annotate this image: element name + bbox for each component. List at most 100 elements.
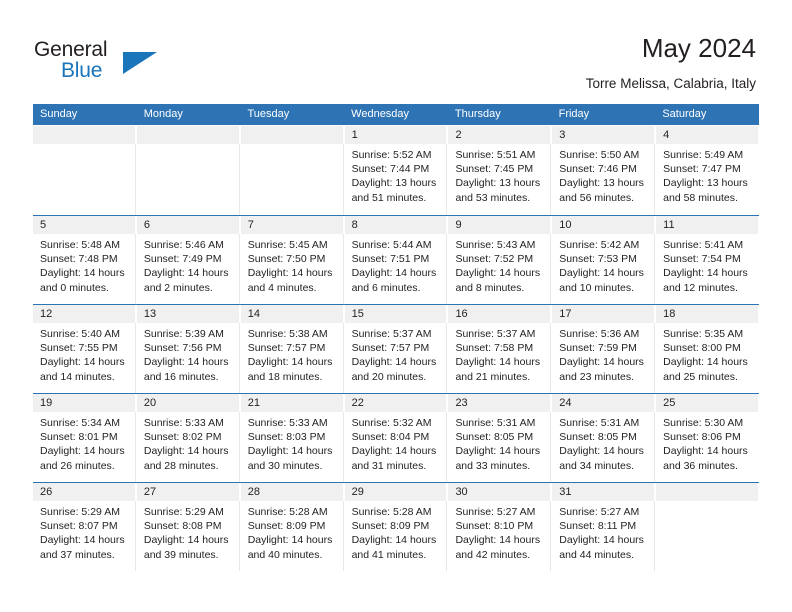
day-cell[interactable]: 10 Sunrise: 5:42 AM Sunset: 7:53 PM Dayligh… xyxy=(552,216,657,304)
day-cell[interactable]: 1 Sunrise: 5:52 AM Sunset: 7:44 PM Daylight… xyxy=(344,126,449,215)
day-number: 6 xyxy=(143,219,150,231)
day-number: 7 xyxy=(247,219,254,231)
day-number: 13 xyxy=(143,308,157,320)
day-cell[interactable]: 29 Sunrise: 5:28 AM Sunset: 8:09 PM Dayligh… xyxy=(344,483,449,571)
sunrise-text: Sunrise: 5:46 AM xyxy=(143,239,224,251)
day-cell[interactable]: 7 Sunrise: 5:45 AM Sunset: 7:50 PM Daylight… xyxy=(240,216,345,304)
daylight-text-line1: Daylight: 14 hours xyxy=(40,356,125,369)
sunset-text: Sunset: 7:46 PM xyxy=(559,163,637,176)
day-cell[interactable]: 19 Sunrise: 5:34 AM Sunset: 8:01 PM Dayligh… xyxy=(33,394,137,482)
day-number: 21 xyxy=(247,397,260,409)
day-cell[interactable]: 3 Sunrise: 5:50 AM Sunset: 7:46 PM Daylight… xyxy=(552,126,657,215)
sunset-text: Sunset: 7:59 PM xyxy=(559,342,637,355)
daylight-text-line1: Daylight: 14 hours xyxy=(663,445,748,458)
day-cell[interactable]: 15 Sunrise: 5:37 AM Sunset: 7:57 PM Dayligh… xyxy=(344,305,449,393)
day-number-band: 16 xyxy=(448,305,552,323)
sunset-text: Sunset: 7:45 PM xyxy=(455,163,534,176)
day-cell[interactable]: 8 Sunrise: 5:44 AM Sunset: 7:51 PM Daylight… xyxy=(344,216,449,304)
sunrise-text: Sunrise: 5:29 AM xyxy=(143,506,224,518)
day-cell[interactable]: 27 Sunrise: 5:29 AM Sunset: 8:08 PM Dayligh… xyxy=(136,483,241,571)
day-number: 30 xyxy=(455,486,468,498)
daylight-text-line2: and 40 minutes. xyxy=(247,548,323,561)
daylight-text-line2: and 0 minutes. xyxy=(40,281,109,294)
day-cell-empty xyxy=(656,483,760,571)
calendar-grid: Sunday Monday Tuesday Wednesday Thursday… xyxy=(33,104,760,571)
general-blue-logo[interactable]: General Blue xyxy=(34,38,164,86)
day-cell-body: Sunrise: 5:33 AM Sunset: 8:02 PM Daylight:… xyxy=(137,412,240,482)
day-cell[interactable]: 24 Sunrise: 5:31 AM Sunset: 8:05 PM Dayligh… xyxy=(552,394,657,482)
sunset-text: Sunset: 8:11 PM xyxy=(559,520,637,533)
daylight-text-line1: Daylight: 14 hours xyxy=(143,356,229,369)
sunset-text: Sunset: 8:06 PM xyxy=(663,431,741,444)
day-cell[interactable]: 21 Sunrise: 5:33 AM Sunset: 8:03 PM Dayligh… xyxy=(240,394,345,482)
day-cell[interactable]: 18 Sunrise: 5:35 AM Sunset: 8:00 PM Dayligh… xyxy=(656,305,760,393)
daylight-text-line2: and 37 minutes. xyxy=(40,548,115,561)
day-cell-body: Sunrise: 5:36 AM Sunset: 7:59 PM Daylight:… xyxy=(552,323,656,393)
day-cell-body: Sunrise: 5:37 AM Sunset: 7:57 PM Daylight:… xyxy=(345,323,448,393)
day-cell[interactable]: 9 Sunrise: 5:43 AM Sunset: 7:52 PM Daylight… xyxy=(448,216,553,304)
day-cell[interactable]: 2 Sunrise: 5:51 AM Sunset: 7:45 PM Daylight… xyxy=(448,126,553,215)
daylight-text-line2: and 30 minutes. xyxy=(247,459,323,472)
sunset-text: Sunset: 8:03 PM xyxy=(247,431,326,444)
sunset-text: Sunset: 7:44 PM xyxy=(351,163,430,176)
week-row: 12 Sunrise: 5:40 AM Sunset: 7:55 PM Dayligh… xyxy=(33,304,760,393)
day-cell-body: Sunrise: 5:27 AM Sunset: 8:10 PM Daylight:… xyxy=(448,501,552,571)
day-number-band: 21 xyxy=(240,394,344,412)
day-number-band xyxy=(240,126,344,144)
day-number: 28 xyxy=(247,486,260,498)
week-row: 5 Sunrise: 5:48 AM Sunset: 7:48 PM Daylight… xyxy=(33,215,760,304)
daylight-text-line1: Daylight: 14 hours xyxy=(559,356,644,369)
day-cell[interactable]: 30 Sunrise: 5:27 AM Sunset: 8:10 PM Dayligh… xyxy=(448,483,553,571)
day-cell-body: Sunrise: 5:35 AM Sunset: 8:00 PM Daylight:… xyxy=(656,323,759,393)
sunrise-text: Sunrise: 5:41 AM xyxy=(663,239,744,251)
day-cell-body xyxy=(33,144,136,215)
sunrise-text: Sunrise: 5:33 AM xyxy=(247,417,328,429)
day-cell-body: Sunrise: 5:43 AM Sunset: 7:52 PM Daylight:… xyxy=(448,234,552,304)
daylight-text-line2: and 33 minutes. xyxy=(455,459,531,472)
day-number-band: 19 xyxy=(33,394,136,412)
day-cell[interactable]: 22 Sunrise: 5:32 AM Sunset: 8:04 PM Dayligh… xyxy=(344,394,449,482)
daylight-text-line2: and 18 minutes. xyxy=(247,370,323,383)
day-cell[interactable]: 14 Sunrise: 5:38 AM Sunset: 7:57 PM Dayligh… xyxy=(240,305,345,393)
day-cell[interactable]: 31 Sunrise: 5:27 AM Sunset: 8:11 PM Dayligh… xyxy=(552,483,657,571)
day-cell-body: Sunrise: 5:49 AM Sunset: 7:47 PM Daylight:… xyxy=(656,144,759,215)
day-cell[interactable]: 20 Sunrise: 5:33 AM Sunset: 8:02 PM Dayligh… xyxy=(136,394,241,482)
day-cell-body: Sunrise: 5:39 AM Sunset: 7:56 PM Daylight:… xyxy=(137,323,240,393)
daylight-text-line1: Daylight: 14 hours xyxy=(40,534,125,547)
weekday-header-friday: Friday xyxy=(558,108,590,120)
day-cell-body: Sunrise: 5:34 AM Sunset: 8:01 PM Daylight:… xyxy=(33,412,136,482)
day-number-band: 6 xyxy=(136,216,240,234)
day-cell[interactable]: 16 Sunrise: 5:37 AM Sunset: 7:58 PM Dayligh… xyxy=(448,305,553,393)
day-number-band: 9 xyxy=(448,216,552,234)
sunrise-text: Sunrise: 5:31 AM xyxy=(559,417,640,429)
day-cell-empty xyxy=(240,126,345,215)
day-cell[interactable]: 5 Sunrise: 5:48 AM Sunset: 7:48 PM Daylight… xyxy=(33,216,137,304)
day-number: 31 xyxy=(559,486,572,498)
sunset-text: Sunset: 8:09 PM xyxy=(351,520,430,533)
daylight-text-line1: Daylight: 14 hours xyxy=(455,445,541,458)
day-cell[interactable]: 6 Sunrise: 5:46 AM Sunset: 7:49 PM Daylight… xyxy=(136,216,241,304)
day-cell[interactable]: 23 Sunrise: 5:31 AM Sunset: 8:05 PM Dayligh… xyxy=(448,394,553,482)
daylight-text-line1: Daylight: 14 hours xyxy=(455,267,541,280)
day-cell[interactable]: 25 Sunrise: 5:30 AM Sunset: 8:06 PM Dayligh… xyxy=(656,394,760,482)
day-cell[interactable]: 12 Sunrise: 5:40 AM Sunset: 7:55 PM Dayligh… xyxy=(33,305,137,393)
day-cell[interactable]: 28 Sunrise: 5:28 AM Sunset: 8:09 PM Dayligh… xyxy=(240,483,345,571)
day-cell-body: Sunrise: 5:28 AM Sunset: 8:09 PM Daylight:… xyxy=(241,501,344,571)
daylight-text-line1: Daylight: 13 hours xyxy=(663,177,748,190)
daylight-text-line1: Daylight: 14 hours xyxy=(143,534,229,547)
sunset-text: Sunset: 8:08 PM xyxy=(143,520,222,533)
sunset-text: Sunset: 7:49 PM xyxy=(143,253,222,266)
daylight-text-line1: Daylight: 14 hours xyxy=(663,356,748,369)
day-cell[interactable]: 13 Sunrise: 5:39 AM Sunset: 7:56 PM Dayligh… xyxy=(136,305,241,393)
day-cell[interactable]: 4 Sunrise: 5:49 AM Sunset: 7:47 PM Daylight… xyxy=(656,126,760,215)
day-number-band: 22 xyxy=(344,394,448,412)
sunset-text: Sunset: 8:10 PM xyxy=(455,520,534,533)
week-row: 26 Sunrise: 5:29 AM Sunset: 8:07 PM Dayligh… xyxy=(33,482,760,571)
day-number: 26 xyxy=(40,486,53,498)
day-cell[interactable]: 17 Sunrise: 5:36 AM Sunset: 7:59 PM Dayligh… xyxy=(552,305,657,393)
day-cell[interactable]: 26 Sunrise: 5:29 AM Sunset: 8:07 PM Dayligh… xyxy=(33,483,137,571)
day-cell-empty xyxy=(136,126,241,215)
sunset-text: Sunset: 7:48 PM xyxy=(40,253,118,266)
day-cell[interactable]: 11 Sunrise: 5:41 AM Sunset: 7:54 PM Dayligh… xyxy=(656,216,760,304)
sunrise-text: Sunrise: 5:35 AM xyxy=(663,328,744,340)
